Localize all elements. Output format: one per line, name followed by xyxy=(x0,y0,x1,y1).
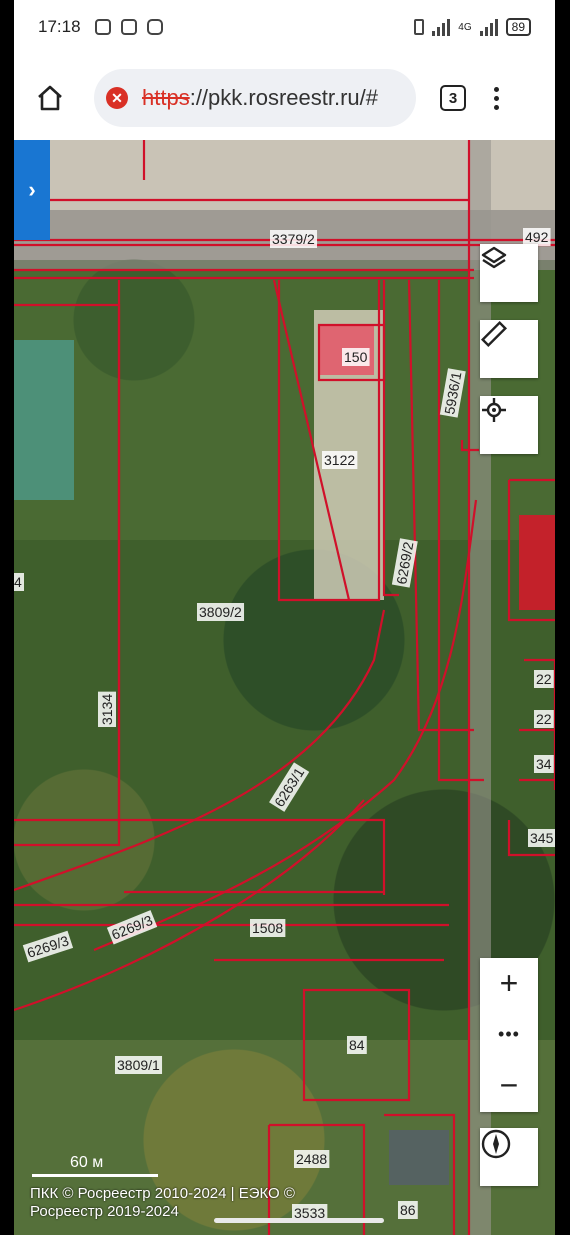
parcel-label: 3379/2 xyxy=(272,231,315,247)
system-icons: 4G 89 xyxy=(414,18,531,36)
overflow-menu-button[interactable] xyxy=(494,86,499,110)
status-bar: 17:18 4G 89 xyxy=(14,0,555,54)
compass-button[interactable] xyxy=(480,1128,538,1186)
locate-button[interactable] xyxy=(480,396,538,454)
vibrate-icon xyxy=(414,19,425,35)
map-copyright: ПКК © Росреестр 2010-2024 | ЕЭКО © Росре… xyxy=(30,1185,295,1220)
battery-level: 89 xyxy=(505,18,531,36)
expand-panel-button[interactable]: › xyxy=(14,140,50,240)
parcel-label: 4 xyxy=(14,574,22,590)
location-target-icon xyxy=(482,398,506,422)
url-scheme: https xyxy=(142,85,190,110)
minus-icon: − xyxy=(499,1067,519,1103)
parcel-overlay: 3379/2 492 150 5936/1 3122 6269/2 3809/2… xyxy=(14,140,555,1235)
layers-button[interactable] xyxy=(480,244,538,302)
parcel-label: 492 xyxy=(525,229,549,245)
parcel-label: 6269/3 xyxy=(25,932,71,961)
plus-icon: + xyxy=(499,965,519,1001)
building xyxy=(389,1130,449,1185)
parcel-label: 345 xyxy=(530,830,554,846)
phone-screen: 17:18 4G 89 ✕ https://pkk.rosreestr.ru/#… xyxy=(14,0,555,1235)
building xyxy=(519,515,555,610)
parcel-label: 34 xyxy=(536,756,552,772)
signal-icon xyxy=(432,18,451,36)
layers-icon xyxy=(481,246,507,269)
tab-switcher-button[interactable]: 3 xyxy=(440,85,466,111)
scale-bar xyxy=(32,1174,158,1177)
notification-icons xyxy=(94,19,163,35)
zoom-controls: + ••• − xyxy=(480,958,538,1112)
cadastral-map[interactable]: 3379/2 492 150 5936/1 3122 6269/2 3809/2… xyxy=(14,140,555,1235)
zoom-more-button[interactable]: ••• xyxy=(480,1009,538,1060)
parcel-label: 3809/2 xyxy=(199,604,242,620)
scale-label: 60 м xyxy=(70,1154,104,1171)
url-text[interactable]: https://pkk.rosreestr.ru/# xyxy=(142,85,378,111)
address-bar[interactable]: ✕ https://pkk.rosreestr.ru/# xyxy=(94,69,416,127)
clock: 17:18 xyxy=(38,17,81,36)
parcel-label: 22 xyxy=(536,671,552,687)
parcel-label: 3134 xyxy=(99,694,115,725)
app-notification-icon xyxy=(94,19,111,35)
url-host: ://pkk.rosreestr.ru/# xyxy=(189,85,378,110)
browser-toolbar: ✕ https://pkk.rosreestr.ru/# 3 xyxy=(14,56,555,140)
chevron-right-icon: › xyxy=(28,177,36,202)
not-secure-icon[interactable]: ✕ xyxy=(106,87,128,109)
parcel-label: 22 xyxy=(536,711,552,727)
parcel-label: 1508 xyxy=(252,920,283,936)
signal-icon xyxy=(479,18,498,36)
app-notification-icon xyxy=(120,19,137,35)
parcel-label: 3809/1 xyxy=(117,1057,160,1073)
home-icon xyxy=(38,85,62,111)
parcel-label: 3122 xyxy=(324,452,355,468)
parcel-label: 150 xyxy=(344,349,368,365)
parcel-label: 2488 xyxy=(296,1151,327,1167)
zoom-out-button[interactable]: − xyxy=(480,1060,538,1111)
instagram-icon xyxy=(146,19,163,35)
zoom-in-button[interactable]: + xyxy=(480,958,538,1009)
more-icon: ••• xyxy=(498,1024,520,1044)
measure-button[interactable] xyxy=(480,320,538,378)
network-type: 4G xyxy=(458,21,472,33)
ruler-icon xyxy=(480,320,508,348)
gesture-bar[interactable] xyxy=(214,1218,384,1223)
home-button[interactable] xyxy=(28,76,72,120)
building xyxy=(14,340,74,500)
parcel-label: 6269/3 xyxy=(109,912,155,943)
parcel-label: 86 xyxy=(400,1202,416,1218)
compass-icon xyxy=(481,1129,511,1159)
parcel-label: 84 xyxy=(349,1037,365,1053)
